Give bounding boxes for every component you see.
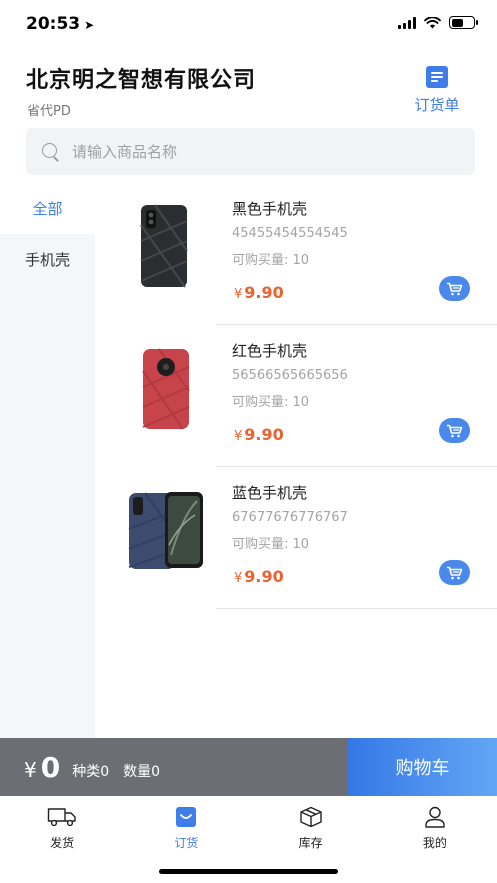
cart-bar: ¥0 种类0 数量0 购物车 [0,738,497,796]
battery-icon [449,16,478,29]
cart-icon [447,282,463,295]
price-value: 9.90 [244,567,284,586]
search-icon [42,142,60,161]
status-bar: 20:53 ➤ [0,0,497,48]
home-indicator [159,869,338,874]
search-input[interactable] [72,142,452,161]
cart-total: ¥0 [24,751,60,784]
wifi-icon [424,16,441,28]
product-stock: 可购买量: 10 [232,253,310,268]
product-name: 蓝色手机壳 [232,484,308,502]
cart-icon [447,424,463,437]
tab-bar: 发货 订货 库存 我的 [0,796,497,856]
product-code: 56566565665656 [232,368,348,383]
cart-icon [447,566,463,579]
cart-quantity: 数量0 [123,764,161,780]
product-name: 红色手机壳 [232,342,308,360]
go-to-cart-button[interactable]: 购物车 [348,738,497,796]
product-name: 黑色手机壳 [232,200,308,218]
category-all[interactable]: 全部 [0,183,95,234]
product-item[interactable]: 红色手机壳 56566565665656 可购买量: 10 ¥9.90 [95,325,497,467]
divider [216,608,497,609]
clock-text: 20:53 [26,14,81,34]
status-time: 20:53 ➤ [26,14,94,34]
tab-profile[interactable]: 我的 [373,796,497,856]
tab-label: 发货 [50,836,75,850]
box-icon [296,806,326,828]
currency-symbol: ¥ [234,571,243,586]
product-price: ¥9.90 [234,283,284,302]
product-list: 黑色手机壳 45455454554545 可购买量: 10 ¥9.90 红色手机… [95,183,497,738]
product-image-red-case [142,348,190,430]
tab-label: 我的 [422,836,447,850]
cart-total-value: 0 [40,750,61,784]
currency-symbol: ¥ [234,287,243,302]
category-sidebar: 全部 手机壳 [0,183,95,738]
location-arrow-icon: ➤ [84,18,95,32]
order-list-button[interactable]: 订货单 [407,66,467,115]
product-item[interactable]: 蓝色手机壳 67677676776767 可购买量: 10 ¥9.90 [95,467,497,609]
product-stock: 可购买量: 10 [232,395,310,410]
tab-order[interactable]: 订货 [124,796,248,856]
company-subtitle: 省代PD [27,104,71,119]
product-image-blue-case [128,492,203,569]
add-to-cart-button[interactable] [439,418,470,443]
cart-kinds: 种类0 [72,764,110,780]
tab-label: 库存 [298,836,323,850]
order-list-icon [426,66,448,88]
signal-icon [398,16,416,29]
status-icons [398,16,478,29]
product-code: 67677676776767 [232,510,348,525]
product-code: 45455454554545 [232,226,348,241]
tab-label: 订货 [174,836,199,850]
price-value: 9.90 [244,283,284,302]
user-icon [420,806,450,828]
search-box[interactable] [26,128,475,175]
tab-inventory[interactable]: 库存 [249,796,373,856]
product-image-black-case [140,204,188,288]
add-to-cart-button[interactable] [439,276,470,301]
shopping-bag-icon [171,806,201,828]
company-name: 北京明之智想有限公司 [26,68,257,93]
price-value: 9.90 [244,425,284,444]
product-stock: 可购买量: 10 [232,537,310,552]
truck-icon [47,806,77,828]
product-price: ¥9.90 [234,425,284,444]
order-list-label: 订货单 [414,96,460,114]
tab-ship[interactable]: 发货 [0,796,124,856]
add-to-cart-button[interactable] [439,560,470,585]
product-item[interactable]: 黑色手机壳 45455454554545 可购买量: 10 ¥9.90 [95,183,497,325]
product-price: ¥9.90 [234,567,284,586]
cart-summary: ¥0 种类0 数量0 [0,738,348,796]
currency-symbol: ¥ [24,757,37,782]
category-phone-case[interactable]: 手机壳 [0,234,95,285]
currency-symbol: ¥ [234,429,243,444]
